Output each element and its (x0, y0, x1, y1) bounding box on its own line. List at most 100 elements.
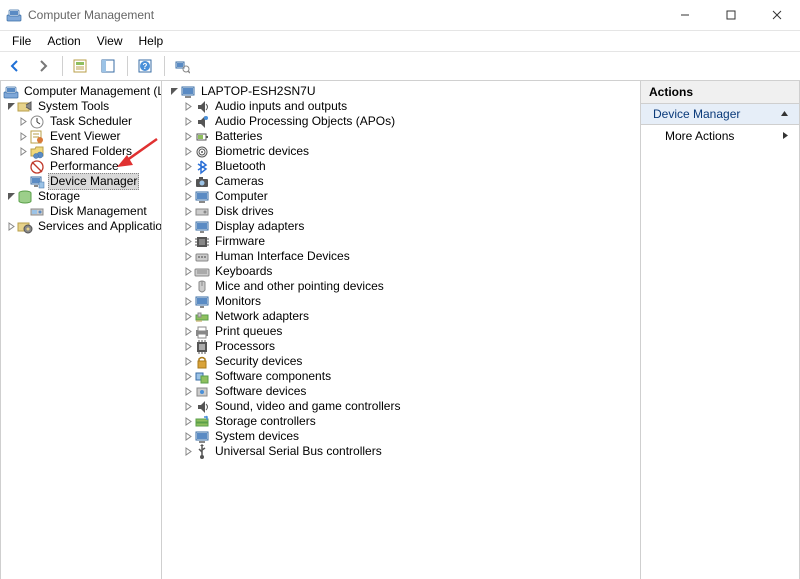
close-button[interactable] (754, 0, 800, 30)
expand-icon[interactable] (182, 326, 194, 338)
device-label: Batteries (213, 129, 264, 144)
device-category-icon (194, 279, 210, 295)
tree-task-scheduler[interactable]: Task Scheduler (3, 114, 161, 129)
expand-icon[interactable] (182, 386, 194, 398)
device-category[interactable]: Monitors (168, 294, 640, 309)
device-category[interactable]: Human Interface Devices (168, 249, 640, 264)
expand-icon[interactable] (182, 416, 194, 428)
tree-storage[interactable]: Storage (3, 189, 161, 204)
device-root[interactable]: LAPTOP-ESH2SN7U (168, 84, 640, 99)
device-label: Cameras (213, 174, 266, 189)
expand-icon[interactable] (182, 371, 194, 383)
expand-icon[interactable] (182, 236, 194, 248)
task-scheduler-icon (29, 114, 45, 130)
device-category-icon (194, 309, 210, 325)
expand-icon[interactable] (182, 116, 194, 128)
expand-icon[interactable] (182, 146, 194, 158)
tree-shared-folders[interactable]: Shared Folders (3, 144, 161, 159)
device-category[interactable]: System devices (168, 429, 640, 444)
menu-help[interactable]: Help (131, 31, 172, 51)
expand-icon[interactable] (182, 446, 194, 458)
device-category[interactable]: Software devices (168, 384, 640, 399)
tree-system-tools[interactable]: System Tools (3, 99, 161, 114)
main-area: Computer Management (Local) System Tools… (0, 81, 800, 579)
expand-icon[interactable] (182, 311, 194, 323)
device-category[interactable]: Bluetooth (168, 159, 640, 174)
minimize-button[interactable] (662, 0, 708, 30)
device-category[interactable]: Computer (168, 189, 640, 204)
console-tree-pane[interactable]: Computer Management (Local) System Tools… (0, 81, 162, 579)
device-category[interactable]: Storage controllers (168, 414, 640, 429)
expand-icon[interactable] (182, 356, 194, 368)
maximize-button[interactable] (708, 0, 754, 30)
expand-icon[interactable] (5, 101, 17, 113)
expand-icon[interactable] (182, 251, 194, 263)
app-icon (6, 7, 22, 23)
expand-icon[interactable] (182, 431, 194, 443)
expand-icon[interactable] (17, 116, 29, 128)
tree-services-apps[interactable]: Services and Applications (3, 219, 161, 234)
svg-text:?: ? (143, 62, 148, 71)
device-category-icon (194, 99, 210, 115)
expand-icon[interactable] (182, 296, 194, 308)
expand-icon[interactable] (5, 221, 17, 233)
device-category[interactable]: Cameras (168, 174, 640, 189)
device-category[interactable]: Batteries (168, 129, 640, 144)
expand-icon[interactable] (182, 161, 194, 173)
expand-icon[interactable] (182, 401, 194, 413)
device-category[interactable]: Processors (168, 339, 640, 354)
expand-icon[interactable] (182, 191, 194, 203)
expand-icon[interactable] (182, 266, 194, 278)
tree-event-viewer[interactable]: Event Viewer (3, 129, 161, 144)
expand-icon[interactable] (17, 146, 29, 158)
device-category[interactable]: Audio Processing Objects (APOs) (168, 114, 640, 129)
device-label: Computer (213, 189, 270, 204)
device-category[interactable]: Audio inputs and outputs (168, 99, 640, 114)
expand-icon[interactable] (5, 191, 17, 203)
device-label: Bluetooth (213, 159, 268, 174)
device-category[interactable]: Mice and other pointing devices (168, 279, 640, 294)
expand-icon[interactable] (182, 221, 194, 233)
actions-group-device-manager[interactable]: Device Manager (641, 104, 799, 125)
device-category[interactable]: Print queues (168, 324, 640, 339)
properties-button[interactable] (67, 53, 93, 79)
device-label: Processors (213, 339, 277, 354)
device-category[interactable]: Security devices (168, 354, 640, 369)
device-category[interactable]: Network adapters (168, 309, 640, 324)
device-category-icon (194, 159, 210, 175)
device-category[interactable]: Universal Serial Bus controllers (168, 444, 640, 459)
device-category[interactable]: Firmware (168, 234, 640, 249)
tree-root[interactable]: Computer Management (Local) (3, 84, 161, 99)
expand-icon[interactable] (182, 101, 194, 113)
expand-icon[interactable] (182, 176, 194, 188)
details-pane[interactable]: LAPTOP-ESH2SN7U Audio inputs and outputs… (162, 81, 641, 579)
back-button[interactable] (2, 53, 28, 79)
device-category[interactable]: Display adapters (168, 219, 640, 234)
tree-performance[interactable]: Performance (3, 159, 161, 174)
expand-icon[interactable] (182, 206, 194, 218)
device-category-icon (194, 414, 210, 430)
expand-icon[interactable] (168, 86, 180, 98)
expand-icon[interactable] (182, 131, 194, 143)
shared-folders-icon (29, 144, 45, 160)
device-category[interactable]: Keyboards (168, 264, 640, 279)
device-category[interactable]: Biometric devices (168, 144, 640, 159)
device-category[interactable]: Disk drives (168, 204, 640, 219)
menu-view[interactable]: View (89, 31, 131, 51)
device-category[interactable]: Sound, video and game controllers (168, 399, 640, 414)
tree-disk-management[interactable]: Disk Management (3, 204, 161, 219)
tree-device-manager[interactable]: Device Manager (3, 174, 161, 189)
forward-button[interactable] (30, 53, 56, 79)
help-button[interactable]: ? (132, 53, 158, 79)
expand-icon[interactable] (182, 341, 194, 353)
menu-file[interactable]: File (4, 31, 39, 51)
actions-item-label: More Actions (665, 129, 734, 143)
actions-more-actions[interactable]: More Actions (641, 125, 799, 147)
expand-icon[interactable] (182, 281, 194, 293)
device-category[interactable]: Software components (168, 369, 640, 384)
menu-action[interactable]: Action (39, 31, 88, 51)
show-hide-tree-button[interactable] (95, 53, 121, 79)
expand-icon[interactable] (17, 131, 29, 143)
device-category-icon (194, 114, 210, 130)
scan-hardware-button[interactable] (169, 53, 195, 79)
